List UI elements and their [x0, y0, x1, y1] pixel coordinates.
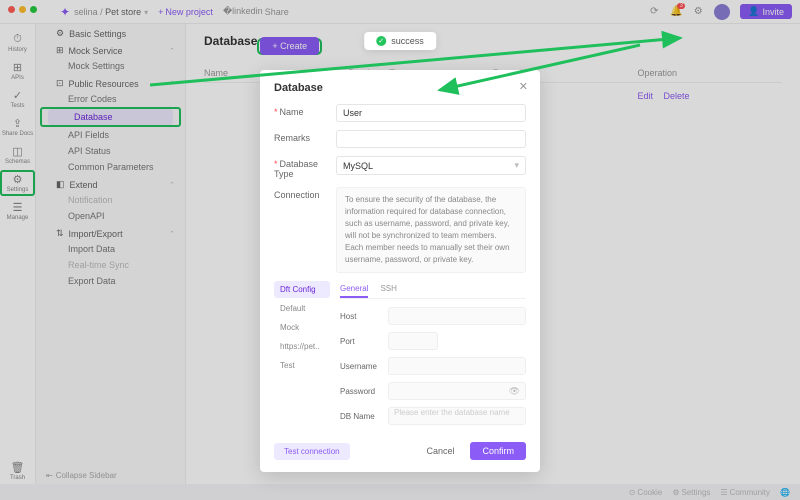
dbtype-select[interactable]: MySQL▾: [336, 156, 526, 175]
cancel-button[interactable]: Cancel: [416, 442, 464, 460]
conn-tabs: General SSH: [340, 281, 526, 299]
toast-success: ✓success: [364, 32, 436, 50]
env-item[interactable]: https://pet..: [274, 338, 330, 355]
env-item[interactable]: Test: [274, 357, 330, 374]
env-list: Dft Config Default Mock https://pet.. Test: [274, 281, 330, 432]
eye-icon[interactable]: 👁: [509, 386, 520, 397]
name-input[interactable]: [336, 104, 526, 122]
env-item[interactable]: Mock: [274, 319, 330, 336]
port-input[interactable]: [388, 332, 438, 350]
database-modal: Database ✕ *Name Remarks *Database TypeM…: [260, 70, 540, 472]
test-connection-button[interactable]: Test connection: [274, 443, 350, 460]
chevron-down-icon: ▾: [514, 160, 519, 171]
confirm-button[interactable]: Confirm: [470, 442, 526, 460]
env-item[interactable]: Dft Config: [274, 281, 330, 298]
username-input[interactable]: [388, 357, 526, 375]
connection-info: To ensure the security of the database, …: [336, 187, 526, 273]
tab-general[interactable]: General: [340, 281, 368, 298]
close-icon[interactable]: ✕: [519, 80, 528, 93]
modal-overlay: Database ✕ *Name Remarks *Database TypeM…: [0, 0, 800, 500]
modal-title: Database: [274, 82, 526, 94]
host-input[interactable]: [388, 307, 526, 325]
env-item[interactable]: Default: [274, 300, 330, 317]
dbname-input[interactable]: Please enter the database name: [388, 407, 526, 425]
password-input[interactable]: 👁: [388, 382, 526, 400]
check-icon: ✓: [376, 36, 386, 46]
tab-ssh[interactable]: SSH: [380, 281, 396, 298]
remarks-input[interactable]: [336, 130, 526, 148]
